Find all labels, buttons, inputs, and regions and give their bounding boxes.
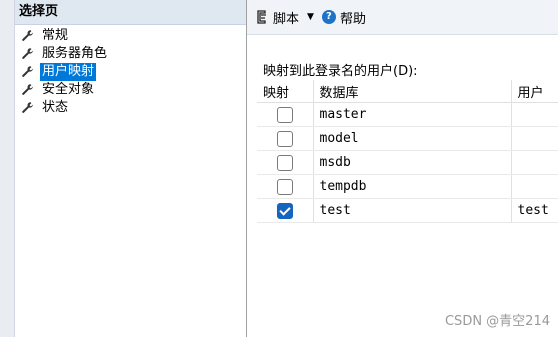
page-item-server-roles[interactable]: 服务器角色 (15, 45, 246, 63)
table-row[interactable]: tempdb (257, 174, 558, 199)
table-row[interactable]: test test (257, 198, 558, 223)
database-cell: tempdb (313, 174, 512, 199)
column-header-user[interactable]: 用户 (511, 80, 558, 103)
page-item-general[interactable]: 常规 (15, 27, 246, 45)
table-row[interactable]: model (257, 126, 558, 151)
script-dropdown[interactable]: ▼ (307, 12, 314, 22)
column-header-map[interactable]: 映射 (257, 80, 314, 103)
user-cell[interactable]: test (511, 198, 558, 223)
select-page-header: 选择页 (15, 0, 246, 25)
chevron-down-icon: ▼ (307, 12, 314, 22)
help-button[interactable]: ? 帮助 (321, 8, 366, 27)
help-label: 帮助 (339, 11, 366, 27)
page-item-label: 常规 (42, 28, 69, 43)
page-item-label: 用户映射 (40, 63, 97, 81)
wrench-icon (20, 29, 36, 43)
map-checkbox[interactable] (277, 202, 293, 219)
mapping-section-label: 映射到此登录名的用户(D): (263, 64, 418, 79)
user-mapping-grid: 映射 数据库 用户 master model msdb tempdb test … (257, 80, 558, 223)
database-cell: model (313, 126, 512, 151)
toolbar: 脚本 ▼ ? 帮助 (247, 0, 558, 35)
map-checkbox[interactable] (277, 106, 293, 123)
map-checkbox[interactable] (277, 154, 293, 171)
map-checkbox[interactable] (277, 130, 293, 147)
script-icon (255, 10, 269, 24)
page-item-status[interactable]: 状态 (15, 99, 246, 117)
page-item-user-mapping[interactable]: 用户映射 (15, 63, 246, 81)
user-cell[interactable] (511, 150, 558, 175)
grid-header-row: 映射 数据库 用户 (257, 80, 558, 103)
script-button[interactable]: 脚本 (255, 8, 299, 27)
page-item-securables[interactable]: 安全对象 (15, 81, 246, 99)
left-edge-strip (0, 0, 15, 337)
user-cell[interactable] (511, 126, 558, 151)
script-label: 脚本 (273, 11, 300, 27)
page-item-label: 服务器角色 (42, 46, 108, 61)
database-cell: master (313, 102, 512, 127)
select-page-panel: 选择页 常规 服务器角色 用户映射 安全对象 状态 (15, 0, 246, 337)
map-cell[interactable] (257, 102, 314, 127)
database-cell: msdb (313, 150, 512, 175)
watermark: CSDN @青空214 (444, 314, 550, 329)
database-cell: test (313, 198, 512, 223)
map-cell[interactable] (257, 150, 314, 175)
map-cell[interactable] (257, 198, 314, 223)
map-checkbox[interactable] (277, 178, 293, 195)
page-item-label: 安全对象 (42, 82, 95, 97)
help-icon: ? (321, 10, 336, 24)
user-mapping-page: 脚本 ▼ ? 帮助 映射到此登录名的用户(D): 映射 数据库 用户 maste… (247, 0, 558, 337)
wrench-icon (20, 65, 36, 79)
wrench-icon (20, 47, 36, 61)
map-cell[interactable] (257, 174, 314, 199)
user-cell[interactable] (511, 174, 558, 199)
table-row[interactable]: master (257, 102, 558, 127)
table-row[interactable]: msdb (257, 150, 558, 175)
column-header-database[interactable]: 数据库 (313, 80, 512, 103)
wrench-icon (20, 83, 36, 97)
map-cell[interactable] (257, 126, 314, 151)
page-item-label: 状态 (42, 100, 69, 115)
wrench-icon (20, 101, 36, 115)
user-cell[interactable] (511, 102, 558, 127)
page-list: 常规 服务器角色 用户映射 安全对象 状态 (15, 25, 246, 117)
